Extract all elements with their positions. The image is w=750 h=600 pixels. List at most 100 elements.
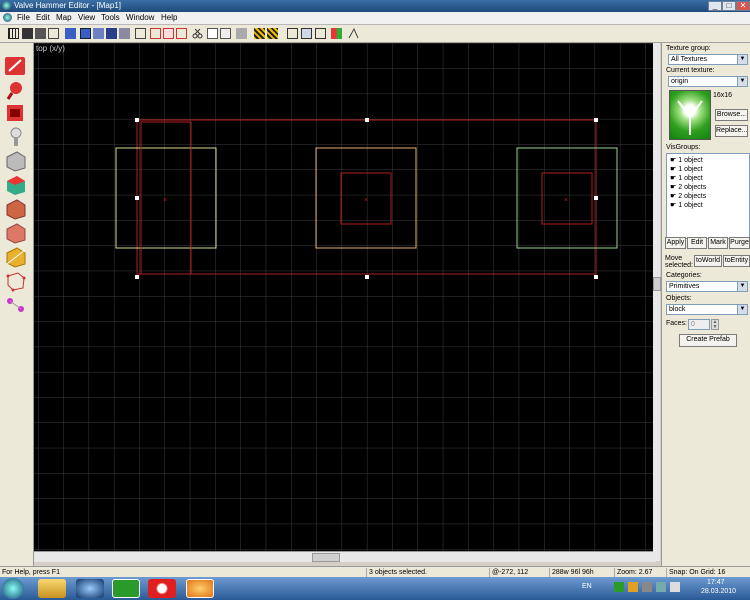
block-tool-icon[interactable] [3, 150, 29, 172]
carve-icon[interactable] [163, 28, 174, 39]
visgroup-item[interactable]: ☛ 2 objects [670, 183, 706, 191]
steam-icon[interactable] [76, 579, 104, 598]
apply-button[interactable]: Apply [665, 237, 686, 249]
menu-edit[interactable]: Edit [36, 13, 50, 22]
grid-larger-icon[interactable] [22, 28, 33, 39]
scroll-thumb[interactable] [653, 277, 661, 291]
run-map-icon[interactable] [331, 28, 342, 39]
show-icon[interactable] [119, 28, 130, 39]
chevron-down-icon[interactable]: ▼ [737, 55, 747, 64]
smooth-icon[interactable] [348, 27, 359, 39]
pointer-tool-icon[interactable] [3, 55, 29, 77]
horizontal-scrollbar[interactable] [34, 551, 656, 562]
create-prefab-button[interactable]: Create Prefab [679, 334, 737, 347]
categories-select[interactable]: Primitives ▼ [666, 281, 748, 292]
entity-icon[interactable] [254, 28, 265, 39]
visgroup-item[interactable]: ☛ 1 object [670, 156, 703, 164]
hollow-icon[interactable] [176, 28, 187, 39]
chevron-down-icon[interactable]: ▼ [737, 77, 747, 86]
objects-select[interactable]: block ▼ [666, 304, 748, 315]
apply-texture-icon[interactable] [3, 198, 29, 220]
clock-time[interactable]: 17:47 [707, 579, 725, 586]
visgroup-item[interactable]: ☛ 1 object [670, 201, 703, 209]
window-title: Valve Hammer Editor - [Map1] [14, 1, 121, 10]
viewport-canvas[interactable]: × × × [34, 43, 656, 551]
minimize-button[interactable]: _ [708, 1, 722, 11]
menu-window[interactable]: Window [126, 13, 154, 22]
decal-tool-icon[interactable] [3, 222, 29, 244]
explorer-icon[interactable] [38, 579, 66, 598]
current-texture-select[interactable]: origin ▼ [668, 76, 748, 87]
faces-stepper[interactable]: ▲ ▼ [711, 319, 719, 330]
language-indicator[interactable]: EN [582, 583, 592, 590]
paste-icon[interactable] [220, 28, 231, 39]
select-mode-icon[interactable] [301, 28, 312, 39]
tie-to-entity-icon[interactable] [267, 28, 278, 39]
tray-icon[interactable] [642, 582, 652, 592]
menu-help[interactable]: Help [161, 13, 177, 22]
texture-app-icon[interactable] [315, 28, 326, 39]
app-icon [2, 1, 11, 10]
grid-toggle-icon[interactable] [8, 28, 19, 39]
menu-view[interactable]: View [78, 13, 95, 22]
visgroup-item[interactable]: ☛ 1 object [670, 174, 703, 182]
center-marker: × [163, 197, 167, 204]
texture-tool-icon[interactable] [3, 174, 29, 196]
maximize-button[interactable]: □ [722, 1, 736, 11]
close-button[interactable]: ✕ [736, 1, 750, 11]
visgroup-item[interactable]: ☛ 1 object [670, 165, 703, 173]
tray-icon[interactable] [614, 582, 624, 592]
clock-date[interactable]: 28.03.2010 [701, 588, 736, 595]
menu-file[interactable]: File [17, 13, 30, 22]
faces-input[interactable]: 0 [688, 319, 710, 330]
grid-3d-icon[interactable] [48, 28, 59, 39]
scroll-thumb[interactable] [312, 553, 340, 562]
menu-map[interactable]: Map [56, 13, 72, 22]
move-selected-label: Move selected: [665, 255, 694, 269]
viewport-label[interactable]: top (x/y) [36, 44, 65, 53]
hammer-editor-icon[interactable] [186, 579, 214, 598]
vertical-scrollbar[interactable] [653, 43, 661, 561]
copy-icon[interactable] [207, 28, 218, 39]
replace-button[interactable]: Replace... [715, 125, 748, 137]
texture-group-select[interactable]: All Textures ▼ [668, 54, 748, 65]
document-icon[interactable] [3, 13, 12, 22]
magnify-tool-icon[interactable] [3, 79, 29, 101]
viewport-top[interactable]: × × × top (x/y) [34, 43, 656, 551]
clip-tool-icon[interactable] [3, 246, 29, 268]
edit-button[interactable]: Edit [687, 237, 707, 249]
texture-lock-icon[interactable] [150, 28, 161, 39]
visgroup-item[interactable]: ☛ 2 objects [670, 192, 706, 200]
camera-icon[interactable] [65, 28, 76, 39]
hide-icon[interactable] [106, 28, 117, 39]
purge-button[interactable]: Purge [729, 237, 750, 249]
utorrent-icon[interactable] [112, 579, 140, 598]
grid-smaller-icon[interactable] [35, 28, 46, 39]
visgroup-label: 1 object [678, 175, 703, 182]
cut-icon[interactable] [192, 28, 203, 39]
path-tool-icon[interactable] [3, 294, 29, 316]
browse-button[interactable]: Browse... [715, 109, 748, 121]
entity-tool-icon[interactable] [3, 126, 29, 148]
network-icon[interactable] [656, 582, 666, 592]
undo-icon[interactable] [236, 28, 247, 39]
group-icon[interactable] [80, 28, 91, 39]
to-world-button[interactable]: toWorld [694, 255, 722, 267]
volume-icon[interactable] [670, 582, 680, 592]
tray-icon[interactable] [628, 582, 638, 592]
center-marker: × [364, 197, 368, 204]
ungroup-icon[interactable] [93, 28, 104, 39]
start-button[interactable] [2, 578, 24, 599]
camera-tool-icon[interactable] [3, 102, 29, 124]
chevron-down-icon[interactable]: ▼ [737, 282, 747, 291]
visgroups-list[interactable]: ☛ 1 object ☛ 1 object ☛ 1 object ☛ 2 obj… [666, 153, 750, 239]
chevron-down-icon[interactable]: ▼ [737, 305, 747, 314]
select-box-icon[interactable] [287, 28, 298, 39]
opera-icon[interactable] [148, 579, 176, 598]
to-entity-button[interactable]: toEntity [723, 255, 750, 267]
menu-tools[interactable]: Tools [101, 13, 120, 22]
snap-icon[interactable] [135, 28, 146, 39]
visgroup-label: 1 object [678, 157, 703, 164]
vertex-tool-icon[interactable] [3, 270, 29, 292]
mark-button[interactable]: Mark [708, 237, 728, 249]
